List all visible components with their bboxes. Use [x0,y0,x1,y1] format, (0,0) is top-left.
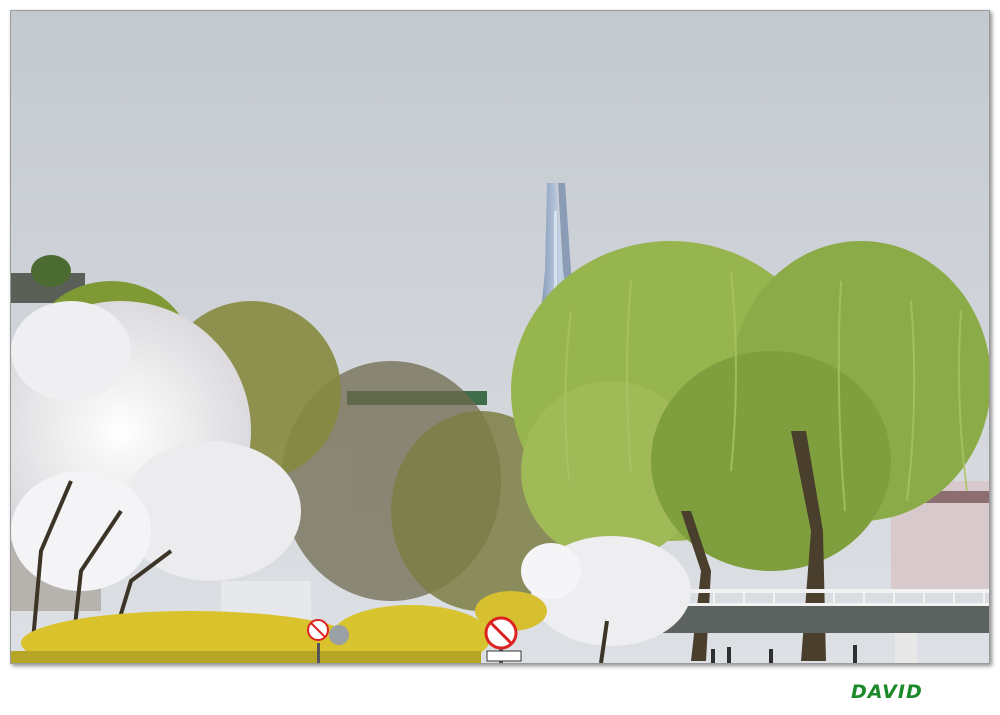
scene-illustration [11,11,989,663]
photographer-signature: DAVID [851,681,923,703]
photo-frame [10,10,990,664]
